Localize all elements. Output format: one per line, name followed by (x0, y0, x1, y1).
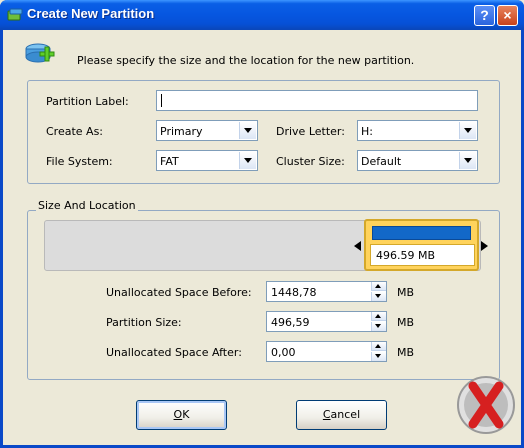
spin-down-icon[interactable] (371, 322, 386, 331)
cluster-size-select[interactable]: Default (357, 150, 478, 171)
drive-letter-select[interactable]: H: (357, 120, 478, 141)
unallocated-before-caption: Unallocated Space Before: (106, 286, 252, 299)
chevron-down-icon[interactable] (239, 122, 256, 139)
partition-app-icon (7, 8, 23, 21)
right-resize-handle-icon[interactable] (481, 241, 488, 251)
grivel-watermark-logo (457, 376, 515, 434)
text-caret (161, 94, 162, 107)
file-system-caption: File System: (46, 155, 113, 168)
close-button[interactable]: × (497, 5, 518, 26)
spin-up-icon[interactable] (371, 342, 386, 351)
spin-up-icon[interactable] (371, 312, 386, 321)
spin-up-icon[interactable] (371, 282, 386, 291)
unallocated-after-caption: Unallocated Space After: (106, 346, 242, 359)
spin-down-icon[interactable] (371, 352, 386, 361)
cancel-button[interactable]: Cancel (296, 400, 387, 430)
chevron-down-icon[interactable] (459, 152, 476, 169)
unallocated-before-value: 1448,78 (271, 286, 317, 299)
file-system-select[interactable]: FAT (156, 150, 258, 171)
help-button[interactable]: ? (474, 5, 495, 26)
partition-fill (372, 226, 471, 240)
partition-block[interactable]: 496.59 MB (364, 219, 479, 271)
partition-label-caption: Partition Label: (46, 95, 129, 108)
partition-block-size: 496.59 MB (370, 244, 475, 266)
chevron-down-icon[interactable] (239, 152, 256, 169)
cancel-mnemonic: C (322, 408, 331, 421)
title-bar[interactable]: Create New Partition ? × (0, 0, 524, 30)
partition-size-value: 496,59 (271, 316, 310, 329)
ok-label-rest: K (182, 408, 190, 421)
unallocated-before-spinner[interactable]: 1448,78 (266, 281, 387, 302)
window-title: Create New Partition (27, 6, 155, 21)
partition-size-spinner[interactable]: 496,59 (266, 311, 387, 332)
cancel-label-rest: ancel (330, 408, 361, 421)
cluster-size-caption: Cluster Size: (276, 155, 345, 168)
chevron-down-icon[interactable] (459, 122, 476, 139)
left-resize-handle-icon[interactable] (354, 241, 361, 251)
spin-down-icon[interactable] (371, 292, 386, 301)
create-as-caption: Create As: (46, 125, 104, 138)
ok-button[interactable]: OK (136, 400, 227, 430)
partition-size-unit: MB (397, 316, 415, 329)
cluster-size-value: Default (361, 155, 402, 168)
unallocated-after-unit: MB (397, 346, 415, 359)
new-partition-icon (25, 43, 55, 63)
unallocated-after-spinner[interactable]: 0,00 (266, 341, 387, 362)
ok-mnemonic: O (173, 408, 183, 421)
create-new-partition-dialog: Create New Partition ? × Please specify … (0, 0, 524, 448)
partition-label-input[interactable] (156, 90, 478, 111)
unallocated-after-value: 0,00 (271, 346, 296, 359)
file-system-value: FAT (160, 155, 179, 168)
drive-letter-value: H: (361, 125, 373, 138)
intro-text: Please specify the size and the location… (77, 54, 415, 67)
drive-letter-caption: Drive Letter: (276, 125, 345, 138)
unallocated-before-unit: MB (397, 286, 415, 299)
create-as-value: Primary (160, 125, 203, 138)
size-location-legend: Size And Location (36, 199, 138, 212)
create-as-select[interactable]: Primary (156, 120, 258, 141)
partition-size-caption: Partition Size: (106, 316, 182, 329)
